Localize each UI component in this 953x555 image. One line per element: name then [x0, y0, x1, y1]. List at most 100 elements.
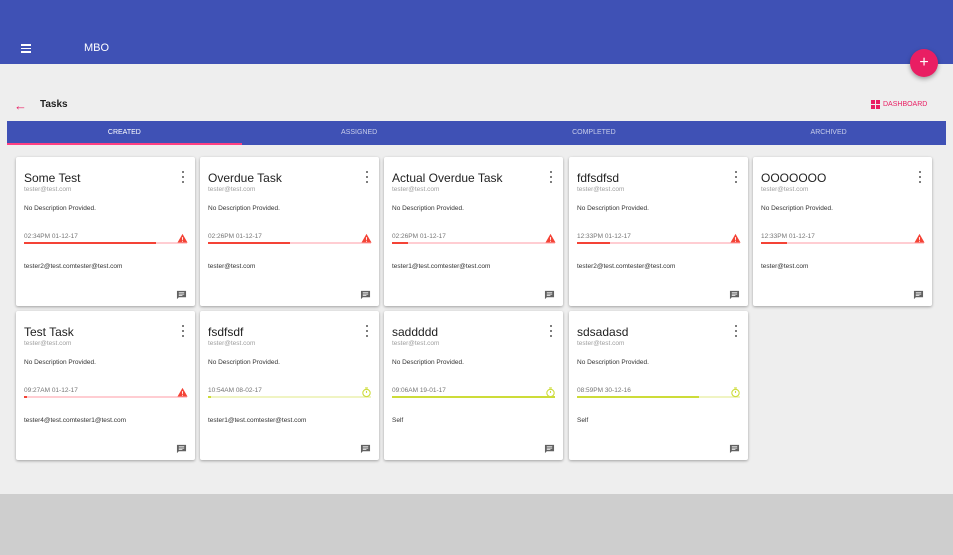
task-card[interactable]: Test Task tester@test.com No Description… — [16, 311, 195, 460]
tab-assigned[interactable]: ASSIGNED — [242, 121, 477, 145]
comment-icon[interactable] — [729, 441, 740, 454]
task-due-date: 02:34PM 01-12-17 — [24, 233, 78, 240]
task-progress-fill — [392, 396, 555, 398]
task-assignees: tester4@test.comtester1@test.com — [24, 417, 127, 424]
more-vert-icon[interactable] — [734, 325, 738, 337]
task-card[interactable]: fsdfsdf tester@test.com No Description P… — [200, 311, 379, 460]
dashboard-label: DASHBOARD — [883, 101, 928, 108]
timer-icon — [730, 385, 741, 398]
task-card[interactable]: sdsadasd tester@test.com No Description … — [569, 311, 748, 460]
warning-icon — [177, 385, 188, 397]
task-card[interactable]: Actual Overdue Task tester@test.com No D… — [384, 157, 563, 306]
task-due-date: 09:06AM 19-01-17 — [392, 387, 446, 394]
more-vert-icon[interactable] — [734, 171, 738, 183]
dashboard-icon — [871, 100, 880, 109]
page-title: Tasks — [40, 99, 68, 110]
tab-archived[interactable]: ARCHIVED — [711, 121, 946, 145]
task-progress-fill — [24, 396, 28, 398]
dashboard-button[interactable]: DASHBOARD — [871, 100, 927, 109]
comment-icon[interactable] — [360, 287, 371, 300]
more-vert-icon[interactable] — [181, 325, 185, 337]
warning-icon — [361, 231, 372, 243]
task-progress-bar — [577, 396, 740, 398]
task-progress-fill — [208, 242, 290, 244]
task-description: No Description Provided. — [577, 205, 649, 212]
more-vert-icon[interactable] — [365, 171, 369, 183]
task-progress-fill — [208, 396, 212, 398]
more-vert-icon[interactable] — [549, 171, 553, 183]
warning-icon — [177, 231, 188, 243]
task-title: Test Task — [24, 325, 74, 339]
warning-icon — [545, 231, 556, 243]
task-progress-fill — [577, 396, 700, 398]
comment-icon[interactable] — [544, 441, 555, 454]
task-description: No Description Provided. — [24, 205, 96, 212]
tab-bar: CREATED ASSIGNED COMPLETED ARCHIVED — [7, 121, 946, 145]
task-title: saddddd — [392, 325, 439, 339]
task-assignees: tester@test.com — [761, 263, 809, 270]
comment-icon[interactable] — [176, 287, 187, 300]
task-progress-bar — [208, 242, 371, 244]
task-progress-bar — [577, 242, 740, 244]
task-description: No Description Provided. — [208, 205, 280, 212]
task-description: No Description Provided. — [577, 359, 649, 366]
task-owner: tester@test.com — [24, 186, 72, 193]
task-description: No Description Provided. — [392, 359, 464, 366]
task-card[interactable]: saddddd tester@test.com No Description P… — [384, 311, 563, 460]
task-assignees: Self — [577, 417, 589, 424]
more-vert-icon[interactable] — [918, 171, 922, 183]
task-progress-bar — [392, 242, 555, 244]
task-description: No Description Provided. — [208, 359, 280, 366]
warning-icon — [730, 231, 741, 243]
app-title: MBO — [84, 42, 110, 54]
task-owner: tester@test.com — [577, 340, 625, 347]
tab-completed[interactable]: COMPLETED — [477, 121, 712, 145]
task-assignees: tester2@test.comtester@test.com — [24, 263, 123, 270]
task-description: No Description Provided. — [392, 205, 464, 212]
task-title: fdfsdfsd — [577, 171, 620, 185]
task-progress-fill — [761, 242, 788, 244]
task-progress-bar — [392, 396, 555, 398]
task-due-date: 10:54AM 08-02-17 — [208, 387, 262, 394]
task-description: No Description Provided. — [24, 359, 96, 366]
task-card[interactable]: fdfsdfsd tester@test.com No Description … — [569, 157, 748, 306]
arrow-back-icon[interactable]: ← — [14, 98, 27, 113]
comment-icon[interactable] — [729, 287, 740, 300]
comment-icon[interactable] — [913, 287, 924, 300]
task-progress-fill — [24, 242, 157, 244]
task-assignees: tester1@test.comtester@test.com — [208, 417, 307, 424]
task-assignees: tester1@test.comtester@test.com — [392, 263, 491, 270]
task-owner: tester@test.com — [24, 340, 72, 347]
more-vert-icon[interactable] — [181, 171, 185, 183]
task-title: Actual Overdue Task — [392, 171, 503, 185]
task-card[interactable]: Some Test tester@test.com No Description… — [16, 157, 195, 306]
menu-icon[interactable] — [18, 40, 34, 56]
tab-created[interactable]: CREATED — [7, 121, 242, 145]
comment-icon[interactable] — [176, 441, 187, 454]
add-task-button[interactable]: + — [910, 49, 938, 77]
task-due-date: 09:27AM 01-12-17 — [24, 387, 78, 394]
more-vert-icon[interactable] — [549, 325, 553, 337]
task-progress-fill — [577, 242, 610, 244]
task-progress-bar — [761, 242, 924, 244]
task-owner: tester@test.com — [208, 186, 256, 193]
more-vert-icon[interactable] — [365, 325, 369, 337]
task-description: No Description Provided. — [761, 205, 833, 212]
task-due-date: 12:33PM 01-12-17 — [577, 233, 631, 240]
task-owner: tester@test.com — [392, 340, 440, 347]
task-assignees: tester2@test.comtester@test.com — [577, 263, 676, 270]
task-card[interactable]: Overdue Task tester@test.com No Descript… — [200, 157, 379, 306]
task-assignees: Self — [392, 417, 404, 424]
task-progress-bar — [208, 396, 371, 398]
task-title: OOOOOOO — [761, 171, 827, 185]
task-title: Overdue Task — [208, 171, 282, 185]
task-owner: tester@test.com — [761, 186, 809, 193]
task-progress-bar — [24, 242, 187, 244]
comment-icon[interactable] — [544, 287, 555, 300]
timer-icon — [545, 385, 556, 398]
warning-icon — [914, 231, 925, 243]
task-due-date: 08:59PM 30-12-16 — [577, 387, 631, 394]
task-due-date: 12:33PM 01-12-17 — [761, 233, 815, 240]
task-card[interactable]: OOOOOOO tester@test.com No Description P… — [753, 157, 932, 306]
comment-icon[interactable] — [360, 441, 371, 454]
